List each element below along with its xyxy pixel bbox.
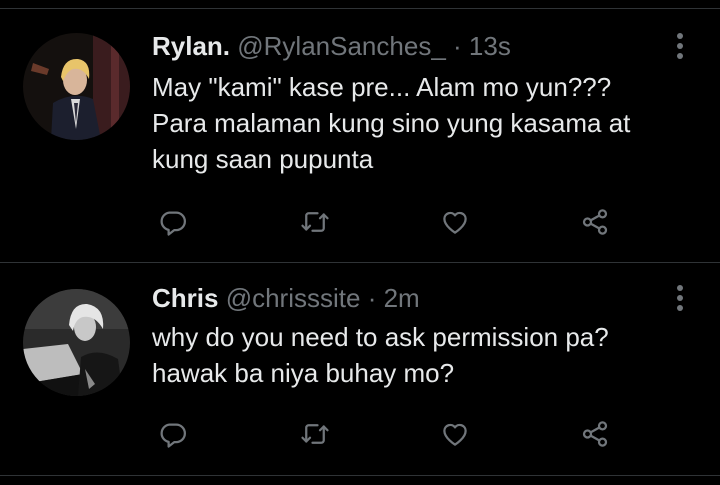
tweet-header: Rylan. @RylanSanches_ · 13s (152, 31, 511, 62)
share-icon[interactable] (575, 202, 615, 242)
retweet-icon[interactable] (295, 414, 335, 454)
tweet-text-line: kung saan pupunta (152, 144, 374, 174)
retweet-icon[interactable] (295, 202, 335, 242)
timestamp[interactable]: 2m (384, 283, 420, 313)
top-divider (0, 0, 720, 9)
reply-icon[interactable] (153, 202, 193, 242)
tweet-actions (0, 414, 720, 454)
tweet-text: why do you need to ask permission pa? ha… (152, 319, 692, 391)
tweet-header: Chris @chrisssite · 2m (152, 283, 420, 314)
tweet-text: May "kami" kase pre... Alam mo yun??? Pa… (152, 69, 692, 177)
like-icon[interactable] (435, 414, 475, 454)
tweet-text-line: why do you need to ask permission pa? (152, 322, 609, 352)
user-handle[interactable]: @RylanSanches_ (237, 31, 446, 61)
tweet[interactable]: Rylan. @RylanSanches_ · 13s May "kami" k… (0, 9, 720, 263)
tweet-actions (0, 202, 720, 242)
tweet-text-line: Para malaman kung sino yung kasama at (152, 108, 631, 138)
like-icon[interactable] (435, 202, 475, 242)
display-name[interactable]: Chris (152, 283, 218, 313)
tweet-text-line: hawak ba niya buhay mo? (152, 358, 455, 388)
share-icon[interactable] (575, 414, 615, 454)
more-options-icon[interactable] (670, 31, 690, 61)
more-options-icon[interactable] (670, 283, 690, 313)
separator: · (453, 31, 462, 61)
tweet-text-line: May "kami" kase pre... Alam mo yun??? (152, 72, 612, 102)
user-handle[interactable]: @chrisssite (226, 283, 361, 313)
avatar[interactable] (23, 289, 130, 396)
timestamp[interactable]: 13s (469, 31, 511, 61)
separator: · (367, 283, 377, 313)
reply-icon[interactable] (153, 414, 193, 454)
tweet[interactable]: Chris @chrisssite · 2m why do you need t… (0, 263, 720, 476)
display-name[interactable]: Rylan. (152, 31, 230, 61)
avatar[interactable] (23, 33, 130, 140)
